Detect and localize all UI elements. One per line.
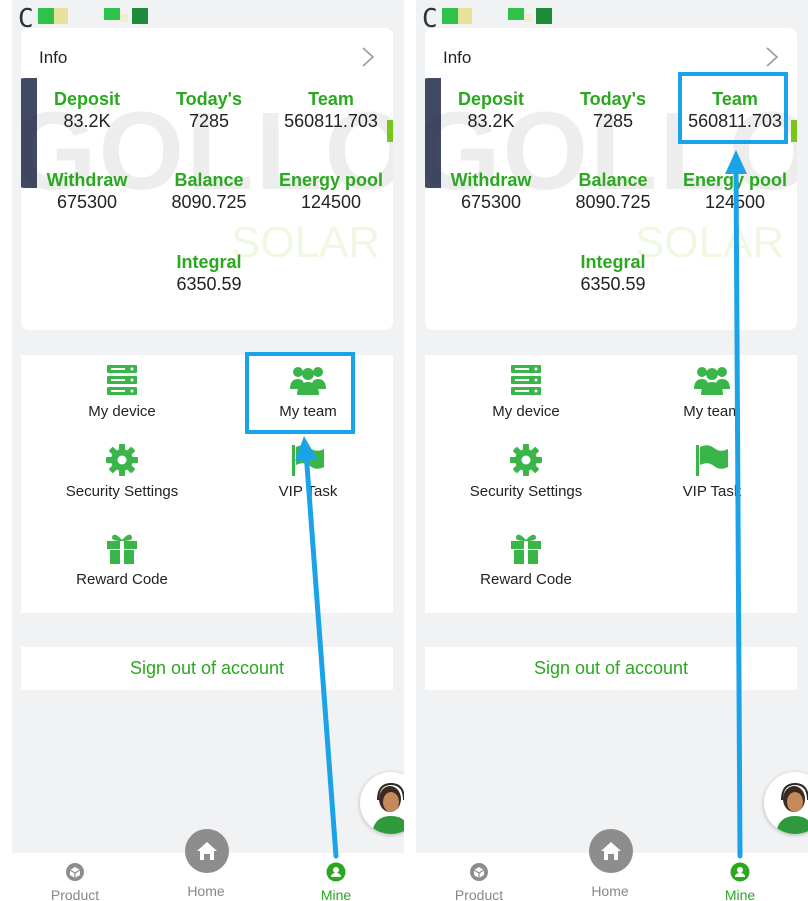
stat-integral: Integral 6350.59 <box>149 251 269 295</box>
stat-label: Balance <box>174 170 244 190</box>
product-icon <box>66 863 84 881</box>
tab-label: Product <box>50 887 100 901</box>
bottom-tab-bar: Product Home Mine <box>416 829 808 901</box>
menu-label: VIP Task <box>682 483 742 500</box>
stat-withdraw: Withdraw 675300 <box>27 169 147 213</box>
stat-label: Today's <box>580 89 646 109</box>
tab-mine[interactable]: Mine <box>291 853 381 901</box>
stat-value: 6350.59 <box>176 274 242 294</box>
stat-value: 675300 <box>56 192 118 212</box>
menu-label: My device <box>88 403 156 420</box>
stat-value: 83.2K <box>467 111 515 131</box>
stat-label: Team <box>308 89 354 109</box>
tab-mine[interactable]: Mine <box>695 853 785 901</box>
stat-value: 124500 <box>300 192 362 212</box>
gear-icon <box>510 444 542 476</box>
stat-label: Withdraw <box>46 170 128 190</box>
stat-label: Energy pool <box>278 170 383 190</box>
stat-today: Today's 7285 <box>149 88 269 132</box>
support-avatar[interactable] <box>360 772 404 834</box>
support-agent-icon <box>764 772 808 834</box>
tab-home[interactable]: Home <box>565 853 655 899</box>
gift-icon <box>511 534 541 564</box>
product-icon <box>470 863 488 881</box>
support-avatar[interactable] <box>764 772 808 834</box>
stat-value: 6350.59 <box>580 274 646 294</box>
menu-security-settings[interactable]: Security Settings <box>451 443 601 500</box>
menu-label: VIP Task <box>278 483 338 500</box>
menu-reward-code[interactable]: Reward Code <box>47 531 197 588</box>
server-icon <box>511 365 541 395</box>
user-icon <box>326 862 346 882</box>
menu-label: My team <box>683 403 741 420</box>
stat-value: 8090.725 <box>171 192 247 212</box>
stat-energy-pool: Energy pool 124500 <box>675 169 795 213</box>
stat-label: Energy pool <box>682 170 787 190</box>
gear-icon <box>106 444 138 476</box>
gift-icon <box>107 534 137 564</box>
chevron-right-icon[interactable] <box>763 46 781 68</box>
stat-energy-pool: Energy pool 124500 <box>271 169 391 213</box>
team-icon <box>694 367 730 395</box>
stat-withdraw: Withdraw 675300 <box>431 169 551 213</box>
menu-label: Reward Code <box>480 571 572 588</box>
tab-label: Product <box>454 887 504 901</box>
stat-balance: Balance 8090.725 <box>553 169 673 213</box>
stat-value: 675300 <box>460 192 522 212</box>
stat-value: 8090.725 <box>575 192 651 212</box>
support-agent-icon <box>360 772 404 834</box>
sign-out-button[interactable]: Sign out of account <box>21 647 393 690</box>
menu-security-settings[interactable]: Security Settings <box>47 443 197 500</box>
info-title: Info <box>443 48 472 67</box>
tab-label: Mine <box>724 887 756 901</box>
server-icon <box>107 365 137 395</box>
stat-value: 7285 <box>592 111 634 131</box>
stat-label: Integral <box>176 252 242 272</box>
stat-value: 124500 <box>704 192 766 212</box>
stat-balance: Balance 8090.725 <box>149 169 269 213</box>
menu-my-device[interactable]: My device <box>451 363 601 420</box>
info-card: GOLLONG SOLAR Info Deposit 83.2K Today's… <box>21 28 393 330</box>
info-title: Info <box>39 48 68 67</box>
menu-my-device[interactable]: My device <box>47 363 197 420</box>
stat-integral: Integral 6350.59 <box>553 251 673 295</box>
stat-label: Deposit <box>53 89 120 109</box>
menu-my-team[interactable]: My team <box>637 363 787 420</box>
user-icon <box>730 862 750 882</box>
stat-team: Team 560811.703 <box>271 88 391 132</box>
menu-reward-code[interactable]: Reward Code <box>451 531 601 588</box>
tab-label: Mine <box>320 887 352 901</box>
highlight-box-my-team <box>245 352 355 434</box>
tab-product[interactable]: Product <box>434 853 524 901</box>
flag-icon <box>292 445 324 476</box>
stat-label: Integral <box>580 252 646 272</box>
tab-label: Home <box>187 883 225 899</box>
stat-deposit: Deposit 83.2K <box>431 88 551 132</box>
stat-label: Deposit <box>457 89 524 109</box>
menu-label: Security Settings <box>469 483 583 500</box>
stat-value: 7285 <box>188 111 230 131</box>
stat-label: Today's <box>176 89 242 109</box>
tab-product[interactable]: Product <box>30 853 120 901</box>
sign-out-button[interactable]: Sign out of account <box>425 647 797 690</box>
stat-value: 83.2K <box>63 111 111 131</box>
tab-label: Home <box>591 883 629 899</box>
menu-card: My device My team Security Settings VIP … <box>425 355 797 613</box>
stat-label: Withdraw <box>450 170 532 190</box>
bottom-tab-bar: Product Home Mine <box>12 829 404 901</box>
menu-label: Reward Code <box>76 571 168 588</box>
stat-value: 560811.703 <box>284 111 378 131</box>
tab-home[interactable]: Home <box>161 853 251 899</box>
stat-deposit: Deposit 83.2K <box>27 88 147 132</box>
flag-icon <box>696 445 728 476</box>
menu-label: My device <box>492 403 560 420</box>
menu-vip-task[interactable]: VIP Task <box>233 443 383 500</box>
highlight-box-team-stat <box>678 72 788 144</box>
chevron-right-icon[interactable] <box>359 46 377 68</box>
stat-label: Balance <box>578 170 648 190</box>
phone-screen-left: C GOLLONG SOLAR Info Deposit 83.2K Today… <box>12 0 404 901</box>
menu-vip-task[interactable]: VIP Task <box>637 443 787 500</box>
menu-label: Security Settings <box>65 483 179 500</box>
stat-today: Today's 7285 <box>553 88 673 132</box>
